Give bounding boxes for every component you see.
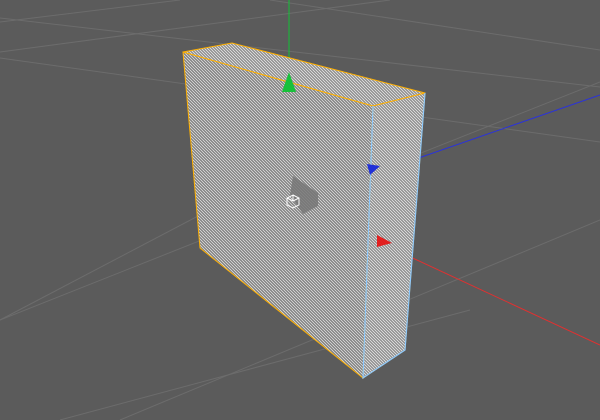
3d-viewport[interactable] [0,0,600,420]
viewport-canvas[interactable] [0,0,600,420]
box-front-face [182,51,374,380]
